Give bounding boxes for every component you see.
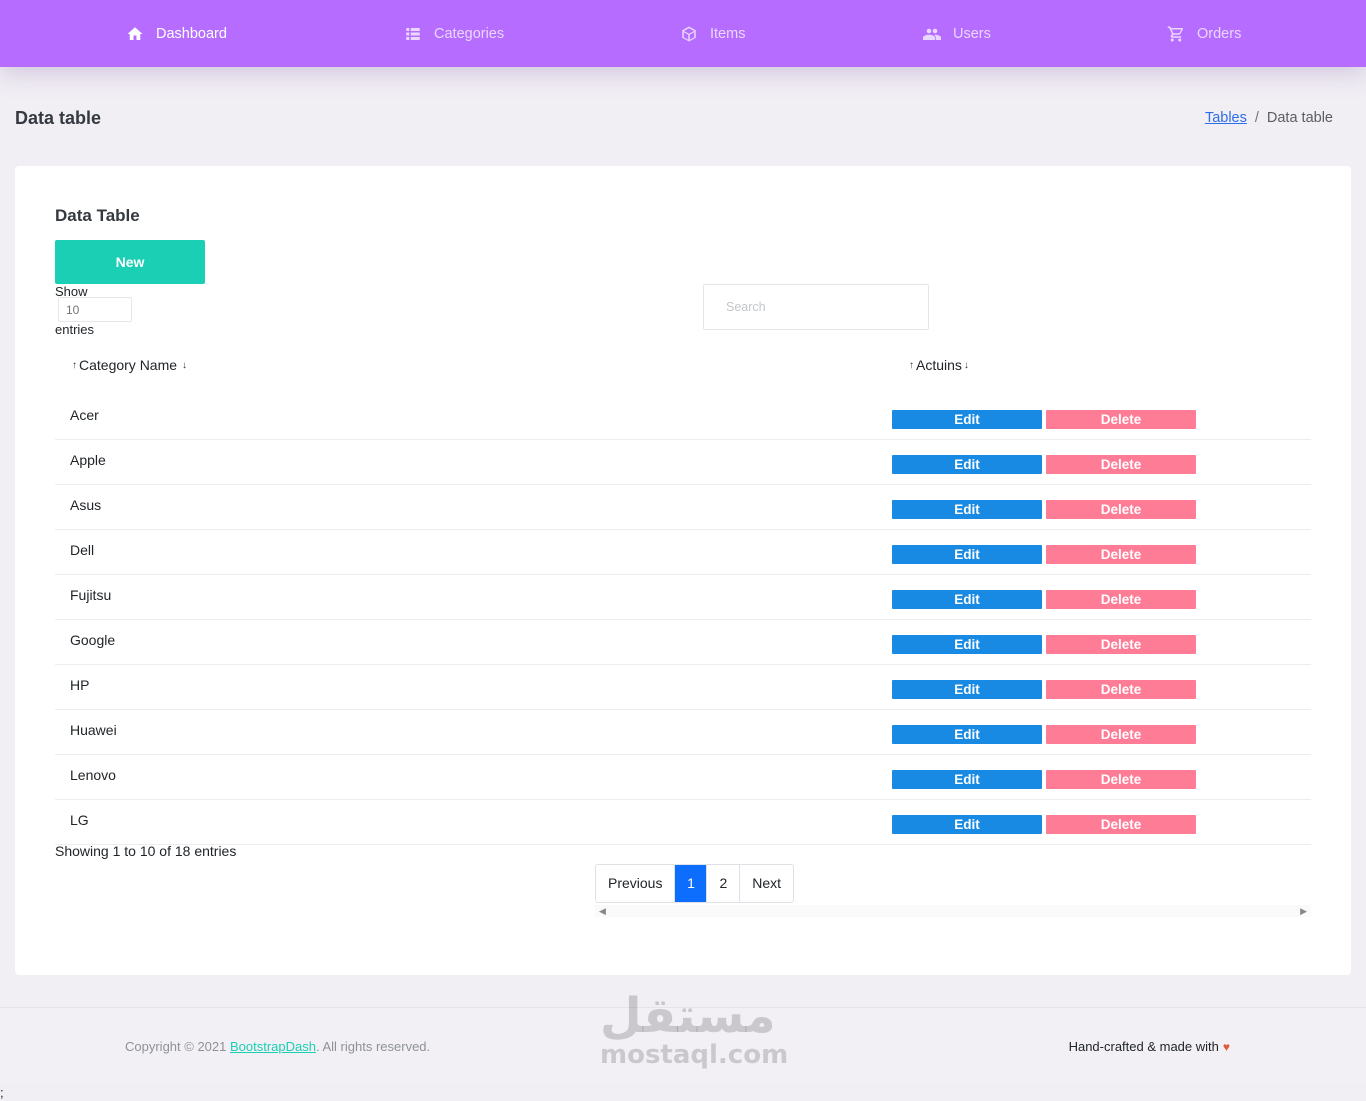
sort-up-icon: ↑ [909,359,914,371]
users-icon [923,28,941,40]
nav-label: Orders [1197,25,1242,42]
table-row: Google Edit Delete [55,619,1311,665]
search-input[interactable] [703,284,929,330]
table-row: Acer Edit Delete [55,394,1311,440]
watermark-arabic: مستقل [600,988,776,1044]
nav-item-orders[interactable]: Orders [1167,0,1241,67]
sort-up-icon: ↑ [72,359,77,371]
home-icon [127,26,143,40]
watermark-english: mostaql.com [600,1040,789,1070]
handcrafted-label: Hand-crafted & made with [1068,1039,1219,1054]
nav-item-dashboard[interactable]: Dashboard [126,0,227,67]
edit-button[interactable]: Edit [892,770,1042,789]
nav-label: Dashboard [156,25,227,42]
delete-button[interactable]: Delete [1046,410,1196,429]
category-name-cell: Asus [70,497,102,513]
copyright-suffix: . All rights reserved. [315,1039,431,1054]
page-button-2[interactable]: 2 [706,865,739,902]
sort-down-icon: ↓ [182,359,188,371]
copyright-text: Copyright © 2021 BootstrapDash. All righ… [125,1039,430,1054]
category-name-cell: Fujitsu [70,587,112,603]
horizontal-scrollbar[interactable]: ◀ ▶ [595,905,1311,917]
edit-button[interactable]: Edit [892,815,1042,834]
category-name-cell: Dell [70,542,95,558]
nav-label: Categories [434,25,505,42]
previous-page-button[interactable]: Previous [596,865,674,902]
delete-button[interactable]: Delete [1046,725,1196,744]
nav-item-users[interactable]: Users [923,0,991,67]
delete-button[interactable]: Delete [1046,455,1196,474]
column-header-category-name[interactable]: ↑ Category Name ↓ [70,357,189,373]
category-name-cell: Apple [70,452,106,468]
page-button-1[interactable]: 1 [674,865,707,902]
delete-button[interactable]: Delete [1046,680,1196,699]
top-navbar: Dashboard Categories Items Users Orders [0,0,1366,67]
table-info: Showing 1 to 10 of 18 entries [55,843,237,859]
cube-icon [682,26,696,41]
sort-down-icon: ↓ [963,359,969,371]
data-table-card: Data Table New Show entries ↑Category Na… [15,166,1351,975]
edit-button[interactable]: Edit [892,545,1042,564]
column-header-label: Category Name [79,357,178,373]
table-row: Dell Edit Delete [55,529,1311,575]
nav-item-categories[interactable]: Categories [404,0,504,67]
copyright-prefix: Copyright © 2021 [125,1039,230,1054]
page-title: Data table [15,108,102,128]
breadcrumb-separator: / [1254,110,1259,126]
edit-button[interactable]: Edit [892,590,1042,609]
breadcrumb-link-tables[interactable]: Tables [1205,110,1247,126]
cart-icon [1167,26,1184,41]
delete-button[interactable]: Delete [1046,545,1196,564]
edit-button[interactable]: Edit [892,635,1042,654]
edit-button[interactable]: Edit [892,680,1042,699]
bootstrapdash-link[interactable]: BootstrapDash [230,1039,316,1054]
handcrafted-text: Hand-crafted & made with ♥ [1069,1039,1230,1054]
category-name-cell: LG [70,812,89,828]
category-name-cell: Huawei [70,722,117,738]
nav-label: Users [953,25,991,42]
card-title: Data Table [55,206,140,225]
delete-button[interactable]: Delete [1046,590,1196,609]
list-icon [406,27,420,40]
edit-button[interactable]: Edit [892,410,1042,429]
column-header-label: Actuins [916,357,962,373]
category-name-cell: Google [70,632,116,648]
delete-button[interactable]: Delete [1046,500,1196,519]
category-name-cell: Lenovo [70,767,116,783]
watermark-logo: مستقل mostaql.com [600,988,789,1070]
nav-item-items[interactable]: Items [680,0,745,67]
entries-label: entries [55,322,95,337]
column-header-actions[interactable]: ↑ Actuins ↓ [907,357,971,373]
scroll-left-icon[interactable]: ◀ [599,906,606,917]
entries-per-page-input[interactable] [58,297,132,322]
next-page-button[interactable]: Next [739,865,793,902]
pagination: Previous 1 2 Next [595,864,795,903]
new-button[interactable]: New [55,240,205,284]
table-row: HP Edit Delete [55,664,1311,710]
delete-button[interactable]: Delete [1046,815,1196,834]
category-name-cell: HP [70,677,90,693]
table-row: Fujitsu Edit Delete [55,574,1311,620]
delete-button[interactable]: Delete [1046,770,1196,789]
table-row: Asus Edit Delete [55,484,1311,530]
table-row: Apple Edit Delete [55,439,1311,485]
edit-button[interactable]: Edit [892,500,1042,519]
edit-button[interactable]: Edit [892,725,1042,744]
nav-label: Items [710,25,746,42]
category-name-cell: Acer [70,407,99,423]
table-row: Lenovo Edit Delete [55,754,1311,800]
heart-icon: ♥ [1222,1039,1230,1054]
stray-text: ; [0,1085,4,1100]
breadcrumb: Tables / Data table [1205,110,1333,126]
breadcrumb-current: Data table [1266,110,1333,126]
edit-button[interactable]: Edit [892,455,1042,474]
scroll-right-icon[interactable]: ▶ [1300,906,1307,917]
delete-button[interactable]: Delete [1046,635,1196,654]
table-row: LG Edit Delete [55,799,1311,845]
table-row: Huawei Edit Delete [55,709,1311,755]
